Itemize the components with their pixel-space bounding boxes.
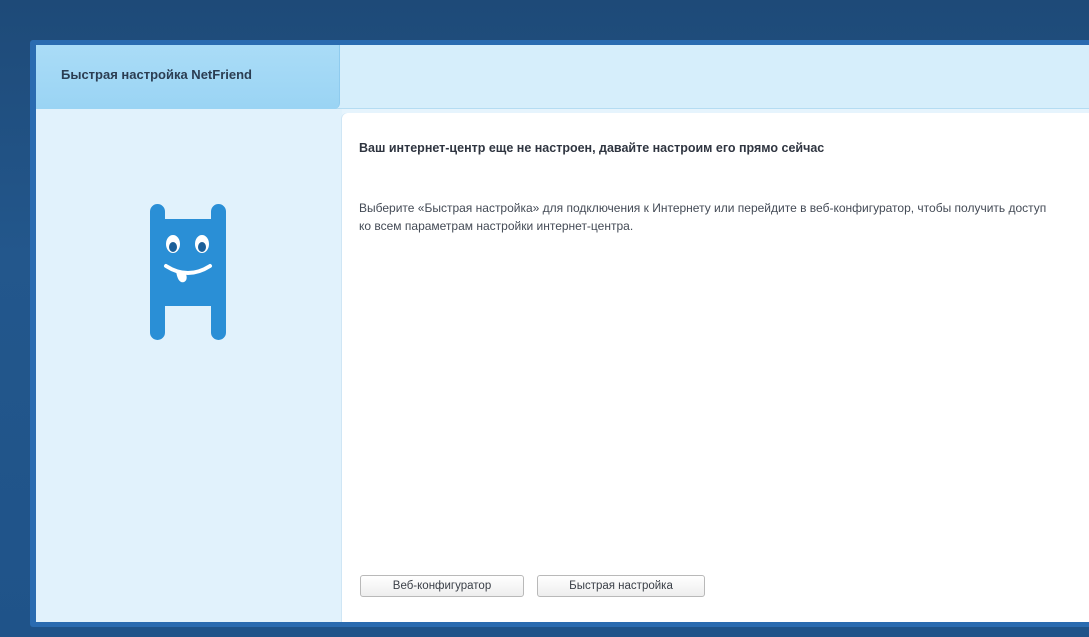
content-description: Выберите «Быстрая настройка» для подключ… (359, 201, 1047, 233)
content-heading: Ваш интернет-центр еще не настроен, дава… (359, 141, 825, 155)
content-panel: Ваш интернет-центр еще не настроен, дава… (342, 113, 1089, 622)
web-configurator-button[interactable]: Веб-конфигуратор (360, 575, 524, 597)
netfriend-window: Быстрая настройка NetFriend Ваш интернет… (36, 45, 1089, 622)
netfriend-mascot-icon (150, 204, 230, 359)
header-bar: Быстрая настройка NetFriend (36, 45, 1089, 109)
sidebar (36, 109, 342, 622)
page-title: Быстрая настройка NetFriend (61, 67, 252, 82)
quick-setup-button[interactable]: Быстрая настройка (537, 575, 705, 597)
header-tab: Быстрая настройка NetFriend (36, 45, 340, 109)
